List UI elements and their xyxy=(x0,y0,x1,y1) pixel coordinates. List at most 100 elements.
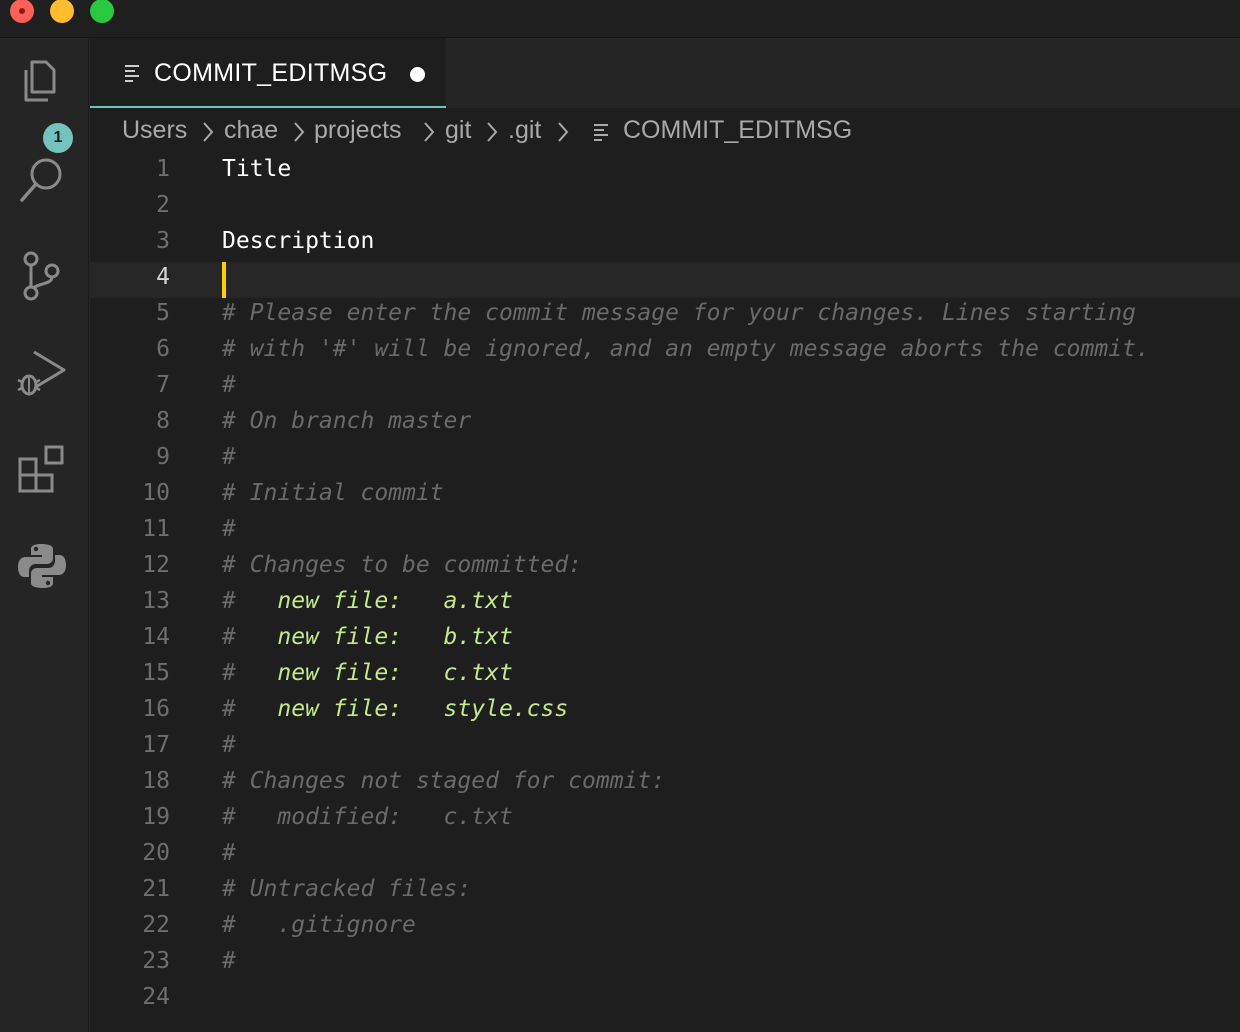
editor-line[interactable]: 24 xyxy=(90,982,1240,1018)
line-number: 6 xyxy=(156,336,170,362)
line-number: 21 xyxy=(142,876,170,902)
line-text: Title xyxy=(222,156,292,182)
line-text: # modified: c.txt xyxy=(222,804,513,830)
line-text: # new file: c.txt xyxy=(222,660,513,686)
unsaved-dot-icon[interactable] xyxy=(410,67,425,82)
extensions-button[interactable] xyxy=(14,441,70,497)
minimize-window-button[interactable] xyxy=(50,0,74,23)
activity-bar: 1 xyxy=(0,38,89,1032)
line-number: 14 xyxy=(142,624,170,650)
editor-line[interactable]: 12 # Changes to be committed: xyxy=(90,550,1240,586)
chevron-right-icon xyxy=(424,122,435,142)
line-number: 7 xyxy=(156,372,170,398)
text-cursor xyxy=(222,262,226,298)
editor-line[interactable]: 2 xyxy=(90,190,1240,226)
extensions-icon xyxy=(18,445,64,493)
line-text: # new file: style.css xyxy=(222,696,568,722)
staged-file-entry: new file: c.txt xyxy=(277,660,513,686)
line-number: 17 xyxy=(142,732,170,758)
editor-line[interactable]: 5 # Please enter the commit message for y… xyxy=(90,298,1240,334)
line-number: 13 xyxy=(142,588,170,614)
chevron-right-icon xyxy=(294,122,305,142)
breadcrumb-item-projects[interactable]: projects xyxy=(314,116,402,145)
chevron-right-icon xyxy=(558,122,569,142)
source-control-button[interactable] xyxy=(14,249,70,305)
editor-line[interactable]: 17 # xyxy=(90,730,1240,766)
line-number: 11 xyxy=(142,516,170,542)
line-text: # Changes not staged for commit: xyxy=(222,768,666,794)
breadcrumb-item-dotgit[interactable]: .git xyxy=(508,116,541,145)
search-button[interactable] xyxy=(14,152,70,208)
editor-line[interactable]: 3 Description xyxy=(90,226,1240,262)
line-text: # Initial commit xyxy=(222,480,444,506)
editor-line[interactable]: 15 # new file: c.txt xyxy=(90,658,1240,694)
line-text: # .gitignore xyxy=(222,912,416,938)
breadcrumb-item-git[interactable]: git xyxy=(445,116,471,145)
line-number: 22 xyxy=(142,912,170,938)
line-text: # new file: b.txt xyxy=(222,624,513,650)
close-window-button[interactable] xyxy=(10,0,34,23)
editor-line[interactable]: 4 xyxy=(90,262,1240,298)
staged-file-entry: new file: style.css xyxy=(277,696,569,722)
code-editor[interactable]: 1 Title 2 3 Description 4 5 # Please enter the … xyxy=(90,154,1240,1032)
editor-line[interactable]: 11 # xyxy=(90,514,1240,550)
editor-line[interactable]: 21 # Untracked files: xyxy=(90,874,1240,910)
line-number: 1 xyxy=(156,156,170,182)
staged-file-entry: new file: b.txt xyxy=(277,624,513,650)
files-icon xyxy=(24,60,56,102)
editor-line[interactable]: 16 # new file: style.css xyxy=(90,694,1240,730)
plaintext-file-icon xyxy=(594,124,608,141)
breadcrumb-item-chae[interactable]: chae xyxy=(224,116,278,145)
editor-line[interactable]: 7 # xyxy=(90,370,1240,406)
line-text: # xyxy=(222,732,236,758)
chevron-right-icon xyxy=(203,122,214,142)
line-text: # Untracked files: xyxy=(222,876,472,902)
editor-line[interactable]: 14 # new file: b.txt xyxy=(90,622,1240,658)
line-text: # xyxy=(222,372,236,398)
run-debug-icon xyxy=(17,350,66,396)
editor-line[interactable]: 13 # new file: a.txt xyxy=(90,586,1240,622)
editor-line[interactable]: 19 # modified: c.txt xyxy=(90,802,1240,838)
breadcrumb: Users chae projects git .git COMMIT_EDIT… xyxy=(90,108,1240,154)
editor-line[interactable]: 20 # xyxy=(90,838,1240,874)
line-number: 19 xyxy=(142,804,170,830)
line-text: # xyxy=(222,444,236,470)
line-text: # Please enter the commit message for yo… xyxy=(222,300,1136,326)
python-icon xyxy=(18,544,66,588)
editor-line[interactable]: 1 Title xyxy=(90,154,1240,190)
tab-commit-editmsg[interactable]: COMMIT_EDITMSG xyxy=(90,38,446,108)
tab-label: COMMIT_EDITMSG xyxy=(154,59,388,87)
maximize-window-button[interactable] xyxy=(90,0,114,23)
source-control-icon xyxy=(23,251,60,301)
line-text: Description xyxy=(222,228,375,254)
line-text: # xyxy=(222,516,236,542)
breadcrumb-item-file[interactable]: COMMIT_EDITMSG xyxy=(623,116,852,145)
comment-prefix: # xyxy=(222,588,278,614)
line-number: 15 xyxy=(142,660,170,686)
editor-line[interactable]: 9 # xyxy=(90,442,1240,478)
line-number: 23 xyxy=(142,948,170,974)
line-text: # with '#' will be ignored, and an empty… xyxy=(222,336,1150,362)
line-number: 2 xyxy=(156,192,170,218)
line-number: 8 xyxy=(156,408,170,434)
python-button[interactable] xyxy=(14,538,70,594)
line-number: 10 xyxy=(142,480,170,506)
tab-bar: COMMIT_EDITMSG xyxy=(90,38,1240,108)
line-text: # On branch master xyxy=(222,408,472,434)
explorer-button[interactable] xyxy=(14,54,70,110)
editor-line[interactable]: 23 # xyxy=(90,946,1240,982)
editor-line[interactable]: 10 # Initial commit xyxy=(90,478,1240,514)
line-number: 12 xyxy=(142,552,170,578)
editor-line[interactable]: 18 # Changes not staged for commit: xyxy=(90,766,1240,802)
editor-line[interactable]: 22 # .gitignore xyxy=(90,910,1240,946)
comment-prefix: # xyxy=(222,660,278,686)
editor-line[interactable]: 8 # On branch master xyxy=(90,406,1240,442)
line-text: # new file: a.txt xyxy=(222,588,513,614)
run-debug-button[interactable] xyxy=(14,344,70,400)
breadcrumb-item-users[interactable]: Users xyxy=(122,116,187,145)
line-number: 16 xyxy=(142,696,170,722)
editor-line[interactable]: 6 # with '#' will be ignored, and an empt… xyxy=(90,334,1240,370)
line-number: 4 xyxy=(156,264,170,290)
line-number: 18 xyxy=(142,768,170,794)
title-bar xyxy=(0,0,1240,38)
